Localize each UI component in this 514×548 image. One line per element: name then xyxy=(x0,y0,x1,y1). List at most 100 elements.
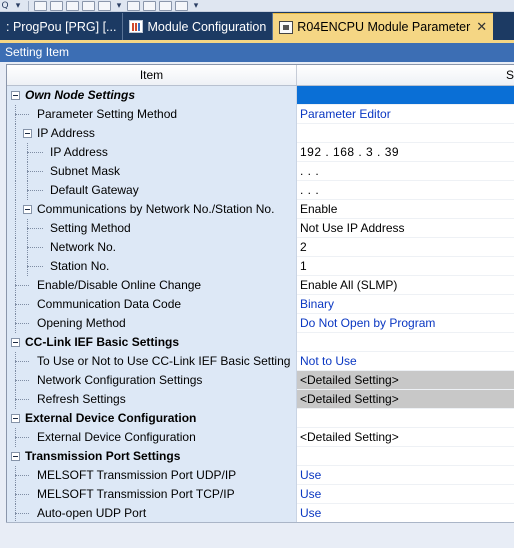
table-row[interactable]: External Device Configuration <Detailed S… xyxy=(7,428,514,447)
item-cell: Parameter Setting Method xyxy=(7,105,297,124)
item-label: Communications by Network No./Station No… xyxy=(37,202,275,216)
table-row[interactable]: Network No. 2 xyxy=(7,238,514,257)
setting-value-cell[interactable]: . . . xyxy=(297,181,514,200)
setting-value-cell[interactable]: Enable All (SLMP) xyxy=(297,276,514,295)
table-row[interactable]: Subnet Mask . . . xyxy=(7,162,514,181)
tree-connector xyxy=(15,200,16,219)
setting-value-cell[interactable] xyxy=(297,124,514,143)
setting-value-cell[interactable]: Enable xyxy=(297,200,514,219)
tree-connector xyxy=(27,171,43,172)
category-row[interactable]: Own Node Settings xyxy=(7,86,514,105)
item-column-header[interactable]: Item xyxy=(7,65,297,85)
category-row[interactable]: CC-Link IEF Basic Settings xyxy=(7,333,514,352)
tree-connector xyxy=(15,399,29,400)
tab-label: Module Configuration xyxy=(147,19,267,34)
table-row[interactable]: Default Gateway . . . xyxy=(7,181,514,200)
table-row[interactable]: Communication Data Code Binary xyxy=(7,295,514,314)
collapse-icon[interactable] xyxy=(23,205,32,214)
setting-column-header[interactable]: S xyxy=(297,65,514,85)
item-cell: Setting Method xyxy=(7,219,297,238)
setting-value-cell[interactable]: <Detailed Setting> xyxy=(297,390,514,409)
item-label: Station No. xyxy=(50,259,110,273)
setting-value-cell[interactable]: Use xyxy=(297,504,514,522)
setting-value-cell[interactable]: Parameter Editor xyxy=(297,105,514,124)
table-row[interactable]: Parameter Setting Method Parameter Editor xyxy=(7,105,514,124)
setting-value-cell[interactable]: 192 . 168 . 3 . 39 xyxy=(297,143,514,162)
table-row[interactable]: MELSOFT Transmission Port TCP/IP Use xyxy=(7,485,514,504)
collapse-icon[interactable] xyxy=(11,414,20,423)
collapse-icon[interactable] xyxy=(11,452,20,461)
panel-icon[interactable] xyxy=(175,0,188,11)
setting-value-cell[interactable] xyxy=(297,409,514,428)
item-cell: Communication Data Code xyxy=(7,295,297,314)
setting-value-cell[interactable]: . . . xyxy=(297,162,514,181)
columns-icon[interactable] xyxy=(159,0,172,11)
tree-connector xyxy=(15,162,16,181)
tree-connector xyxy=(27,247,43,248)
zoom-fit-icon[interactable] xyxy=(34,0,47,11)
item-label: External Device Configuration xyxy=(37,430,196,444)
item-cell: Station No. xyxy=(7,257,297,276)
item-label: Refresh Settings xyxy=(37,392,126,406)
setting-value-cell[interactable]: 2 xyxy=(297,238,514,257)
table-row[interactable]: IP Address xyxy=(7,124,514,143)
item-cell: IP Address xyxy=(7,124,297,143)
close-icon[interactable]: ✕ xyxy=(476,20,487,35)
table-row[interactable]: Communications by Network No./Station No… xyxy=(7,200,514,219)
setting-value-cell[interactable] xyxy=(297,447,514,466)
setting-value-cell[interactable]: Not to Use xyxy=(297,352,514,371)
setting-value-cell[interactable]: <Detailed Setting> xyxy=(297,371,514,390)
parameter-rows: Own Node Settings Parameter Setting Metho… xyxy=(7,86,514,522)
dropdown-arrow-icon[interactable]: ▾ xyxy=(13,1,23,11)
setting-value-cell[interactable] xyxy=(297,333,514,352)
table-row[interactable]: To Use or Not to Use CC-Link IEF Basic S… xyxy=(7,352,514,371)
table-row[interactable]: Refresh Settings <Detailed Setting> xyxy=(7,390,514,409)
table-row[interactable]: MELSOFT Transmission Port UDP/IP Use xyxy=(7,466,514,485)
item-cell: Communications by Network No./Station No… xyxy=(7,200,297,219)
table-row[interactable]: Enable/Disable Online Change Enable All (… xyxy=(7,276,514,295)
item-cell: CC-Link IEF Basic Settings xyxy=(7,333,297,352)
item-cell: IP Address xyxy=(7,143,297,162)
module-config-icon xyxy=(129,20,144,33)
layout-icon[interactable] xyxy=(143,0,156,11)
setting-value-cell[interactable]: <Detailed Setting> xyxy=(297,428,514,447)
item-cell: Enable/Disable Online Change xyxy=(7,276,297,295)
collapse-icon[interactable] xyxy=(11,338,20,347)
tab-progpou[interactable]: : ProgPou [PRG] [... xyxy=(0,13,124,40)
category-row[interactable]: Transmission Port Settings xyxy=(7,447,514,466)
tree-connector xyxy=(15,143,16,162)
zoom-icon[interactable]: Q xyxy=(0,1,10,11)
table-row[interactable]: Auto-open UDP Port Use xyxy=(7,504,514,522)
tree-connector xyxy=(15,323,29,324)
monitor-icon[interactable] xyxy=(127,0,140,11)
collapse-icon[interactable] xyxy=(23,129,32,138)
dropdown-arrow-icon[interactable]: ▾ xyxy=(114,1,124,11)
item-label: Enable/Disable Online Change xyxy=(37,278,202,292)
table-row[interactable]: Station No. 1 xyxy=(7,257,514,276)
item-label: IP Address xyxy=(50,145,108,159)
item-label: External Device Configuration xyxy=(25,411,197,425)
item-cell: Network Configuration Settings xyxy=(7,371,297,390)
setting-value-cell[interactable]: Use xyxy=(297,466,514,485)
table-row[interactable]: IP Address 192 . 168 . 3 . 39 xyxy=(7,143,514,162)
collapse-icon[interactable] xyxy=(11,91,20,100)
setting-value-cell[interactable]: Do Not Open by Program xyxy=(297,314,514,333)
list-icon[interactable] xyxy=(98,0,111,11)
window-icon[interactable] xyxy=(50,0,63,11)
tree-connector xyxy=(27,152,43,153)
tab-module-parameter[interactable]: R04ENCPU Module Parameter ✕ xyxy=(273,13,494,40)
table-row[interactable]: Opening Method Do Not Open by Program xyxy=(7,314,514,333)
table-icon[interactable] xyxy=(82,0,95,11)
grid-icon[interactable] xyxy=(66,0,79,11)
table-row[interactable]: Setting Method Not Use IP Address xyxy=(7,219,514,238)
setting-value-cell[interactable] xyxy=(297,86,514,105)
tree-connector xyxy=(15,124,16,143)
dropdown-arrow-icon[interactable]: ▾ xyxy=(191,1,201,11)
setting-value-cell[interactable]: Use xyxy=(297,485,514,504)
table-row[interactable]: Network Configuration Settings <Detailed … xyxy=(7,371,514,390)
setting-value-cell[interactable]: Not Use IP Address xyxy=(297,219,514,238)
setting-value-cell[interactable]: Binary xyxy=(297,295,514,314)
setting-value-cell[interactable]: 1 xyxy=(297,257,514,276)
tab-module-configuration[interactable]: Module Configuration xyxy=(123,13,274,40)
category-row[interactable]: External Device Configuration xyxy=(7,409,514,428)
